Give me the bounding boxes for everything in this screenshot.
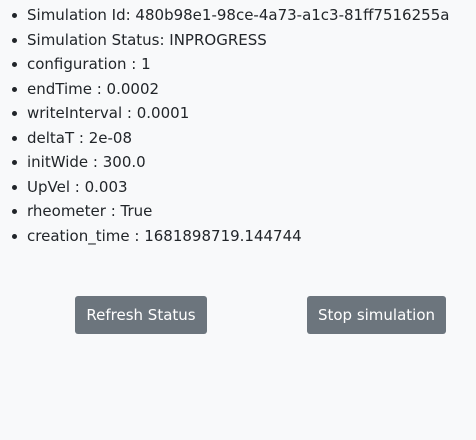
simulation-status-item: Simulation Status: INPROGRESS (0, 28, 449, 53)
rheometer-text: rheometer : True (27, 202, 153, 220)
end-time-item: endTime : 0.0002 (0, 77, 449, 102)
init-wide-item: initWide : 300.0 (0, 150, 449, 175)
bullet-icon (12, 160, 17, 165)
simulation-id-text: Simulation Id: 480b98e1-98ce-4a73-a1c3-8… (27, 6, 450, 24)
up-vel-text: UpVel : 0.003 (27, 177, 128, 196)
creation-time-item: creation_time : 1681898719.144744 (0, 224, 449, 249)
bullet-icon (12, 62, 17, 67)
refresh-status-button[interactable]: Refresh Status (75, 296, 207, 334)
simulation-details-list: Simulation Id: 480b98e1-98ce-4a73-a1c3-8… (0, 3, 449, 248)
delta-t-item: deltaT : 2e-08 (0, 126, 449, 151)
delta-t-text: deltaT : 2e-08 (27, 128, 133, 147)
bullet-icon (12, 13, 17, 18)
bullet-icon (12, 111, 17, 116)
bullet-icon (12, 184, 17, 190)
up-vel-item: UpVel : 0.003 (0, 175, 449, 200)
write-interval-item: writeInterval : 0.0001 (0, 101, 449, 126)
configuration-text: configuration : 1 (27, 55, 151, 73)
bullet-icon (12, 233, 17, 239)
rheometer-item: rheometer : True (0, 199, 449, 224)
bullet-icon (12, 86, 17, 92)
bullet-icon (12, 37, 17, 43)
end-time-text: endTime : 0.0002 (27, 79, 160, 98)
simulation-id-item: Simulation Id: 480b98e1-98ce-4a73-a1c3-8… (0, 3, 449, 28)
configuration-item: configuration : 1 (0, 52, 449, 77)
creation-time-text: creation_time : 1681898719.144744 (27, 226, 302, 245)
simulation-status-text: Simulation Status: INPROGRESS (27, 30, 267, 49)
write-interval-text: writeInterval : 0.0001 (27, 104, 190, 122)
init-wide-text: initWide : 300.0 (27, 153, 146, 171)
bullet-icon (12, 209, 17, 214)
bullet-icon (12, 135, 17, 141)
stop-simulation-button[interactable]: Stop simulation (307, 296, 446, 334)
